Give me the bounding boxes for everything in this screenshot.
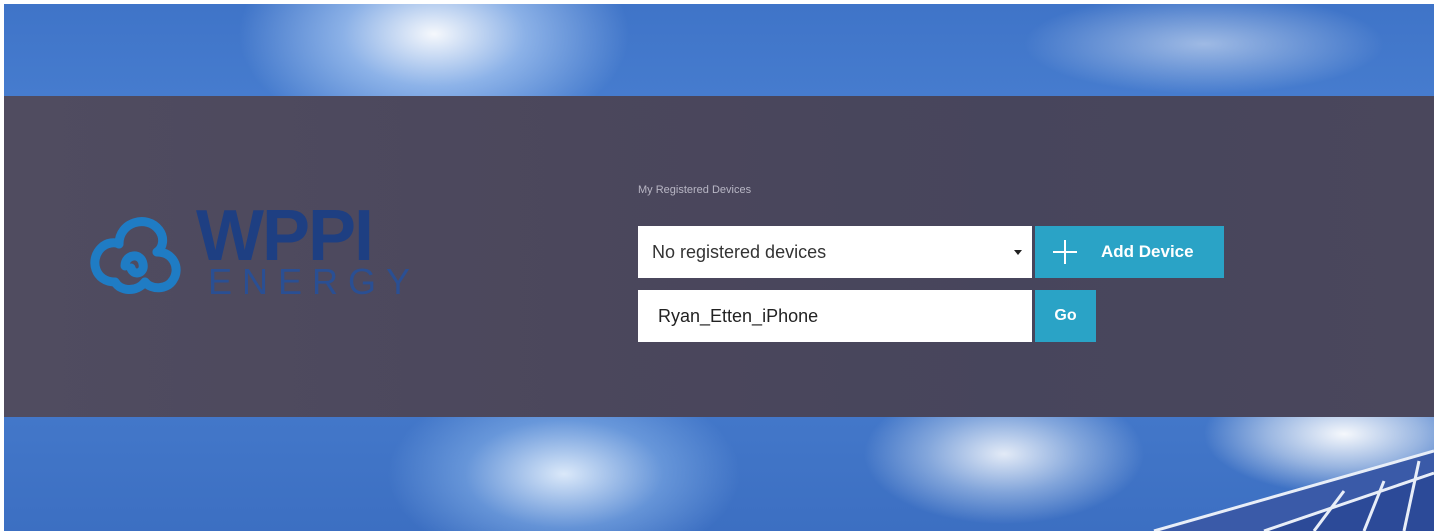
add-device-label: Add Device (1101, 242, 1194, 261)
registered-devices-select[interactable]: No registered devices (638, 226, 1032, 278)
brand-subtitle: ENERGY (208, 261, 421, 302)
registered-devices-label: My Registered Devices (638, 184, 752, 196)
caret-down-icon (1014, 250, 1022, 255)
cloud-swirl-logo-icon (90, 217, 181, 294)
plus-icon (1053, 240, 1077, 264)
wppi-energy-logo: WPPI ENERGY (84, 200, 410, 310)
go-button[interactable]: Go (1035, 290, 1096, 342)
solar-panel-image (1153, 449, 1434, 531)
add-device-button[interactable]: Add Device (1035, 226, 1224, 278)
selected-device-value: No registered devices (652, 241, 827, 262)
device-name-input[interactable] (638, 290, 1032, 342)
